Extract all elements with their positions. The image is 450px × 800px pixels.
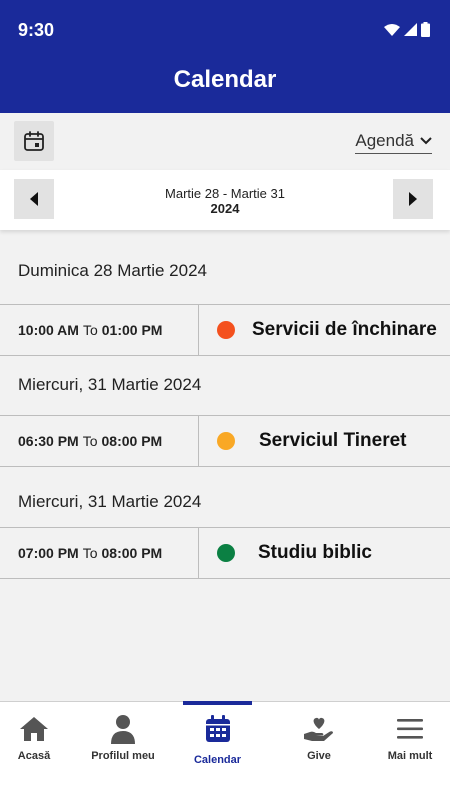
tab-profile[interactable]: Profilul meu: [80, 702, 166, 800]
tab-label: Acasă: [17, 750, 51, 762]
event-color-dot: [217, 321, 235, 339]
date-range-nav: Martie 28 - Martie 31 2024: [0, 170, 450, 230]
day-header: Miercuri, 31 Martie 2024: [18, 375, 202, 394]
signal-icon: [404, 23, 417, 36]
event-time-separator: To: [82, 545, 98, 561]
give-hand-heart-icon: [304, 717, 333, 741]
event-row[interactable]: 06:30 PM To 08:00 PM Serviciul Tineret: [0, 415, 450, 467]
status-bar: 9:30: [0, 0, 450, 60]
day-header: Miercuri, 31 Martie 2024: [18, 492, 202, 511]
event-title: Studiu biblic: [258, 542, 372, 563]
page-title: Calendar: [173, 66, 277, 93]
day-header: Duminica 28 Martie 2024: [18, 261, 207, 280]
view-mode-value: Agendă: [355, 131, 414, 150]
event-time: 06:30 PM To 08:00 PM: [0, 416, 199, 466]
date-range-label: Martie 28 - Martie 31: [165, 186, 285, 201]
date-range-year: 2024: [210, 201, 240, 216]
status-time: 9:30: [18, 20, 55, 40]
event-row[interactable]: 10:00 AM To 01:00 PM Servicii de închina…: [0, 304, 450, 356]
event-start-time: 10:00 AM: [18, 322, 79, 338]
tab-give[interactable]: Give: [284, 702, 354, 800]
event-end-time: 01:00 PM: [101, 322, 163, 338]
view-mode-select[interactable]: Agendă: [355, 131, 432, 154]
event-end-time: 08:00 PM: [101, 433, 163, 449]
bottom-navigation: Acasă Profilul meu Calendar Give Mai mul…: [0, 701, 450, 800]
chevron-down-icon: [420, 137, 432, 145]
active-tab-indicator: [183, 701, 252, 705]
person-icon: [111, 715, 135, 744]
event-color-dot: [217, 432, 235, 450]
calendar-icon: [205, 715, 230, 742]
calendar-icon: [24, 131, 44, 151]
menu-icon: [397, 719, 423, 739]
event-time: 10:00 AM To 01:00 PM: [0, 305, 199, 355]
arrow-right-icon: [409, 192, 417, 206]
tab-label: Profilul meu: [91, 750, 155, 762]
event-color-dot: [217, 544, 235, 562]
event-title: Servicii de închinare: [252, 319, 437, 340]
wifi-icon: [384, 23, 400, 36]
next-range-button[interactable]: [393, 179, 433, 219]
tab-calendar[interactable]: Calendar: [183, 701, 252, 800]
battery-icon: [421, 22, 430, 37]
event-end-time: 08:00 PM: [101, 545, 163, 561]
tab-label: Calendar: [193, 754, 242, 766]
app-bar: 9:30 Calendar: [0, 0, 450, 113]
calendar-picker-button[interactable]: [14, 121, 54, 161]
event-row[interactable]: 07:00 PM To 08:00 PM Studiu biblic: [0, 527, 450, 579]
tab-label: Mai mult: [387, 750, 433, 762]
tab-home[interactable]: Acasă: [0, 702, 68, 800]
tab-label: Give: [307, 750, 331, 762]
event-time-separator: To: [82, 433, 98, 449]
event-title: Serviciul Tineret: [259, 430, 407, 451]
event-start-time: 06:30 PM: [18, 433, 79, 449]
status-icons: [384, 22, 430, 37]
toolbar: Agendă: [0, 113, 450, 169]
event-time: 07:00 PM To 08:00 PM: [0, 528, 199, 578]
event-time-separator: To: [82, 322, 98, 338]
event-start-time: 07:00 PM: [18, 545, 79, 561]
tab-more[interactable]: Mai mult: [379, 702, 441, 800]
home-icon: [20, 717, 48, 741]
